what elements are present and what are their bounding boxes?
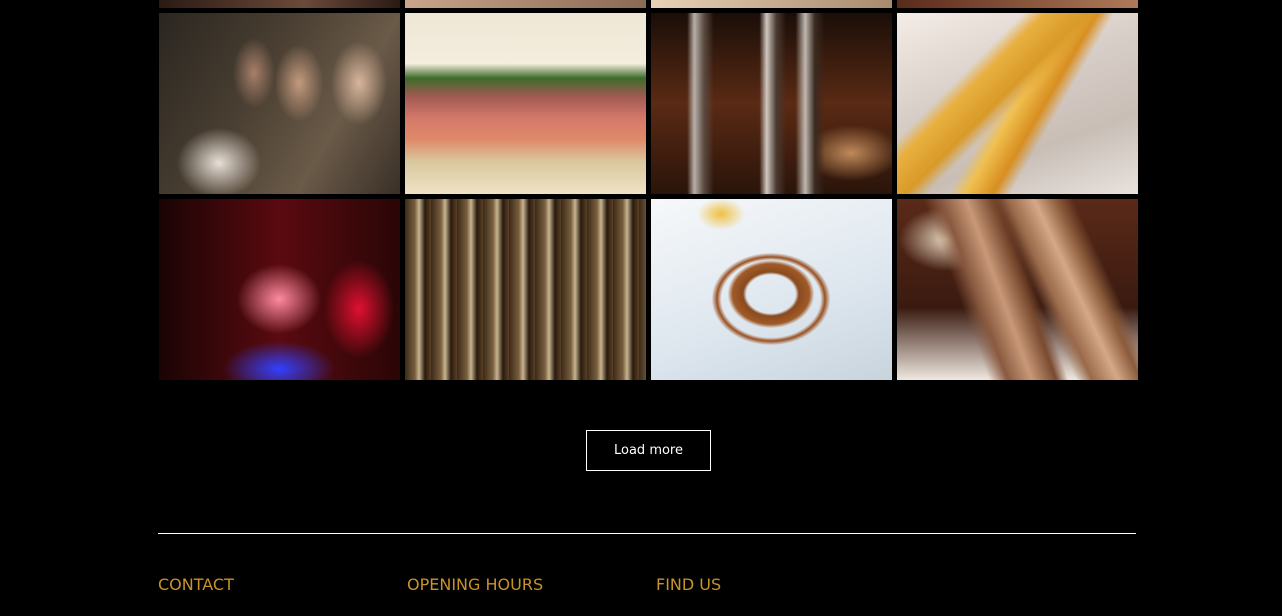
footer-heading-contact: CONTACT	[158, 575, 234, 594]
gallery-photo[interactable]	[651, 0, 892, 8]
gallery-photo[interactable]	[897, 0, 1138, 8]
sausages-icon	[897, 199, 1138, 380]
gallery-photo-pretzel[interactable]	[651, 199, 892, 380]
photo-partial-icon	[159, 0, 400, 8]
gallery-photo[interactable]	[159, 0, 400, 8]
photo-partial-icon	[651, 0, 892, 8]
photo-partial-icon	[897, 0, 1138, 8]
footer-heading-opening-hours: OPENING HOURS	[407, 575, 544, 594]
gallery-photo-steak-sandwich[interactable]	[405, 13, 646, 194]
gallery-photo-friends-toasting[interactable]	[159, 199, 400, 380]
pretzel-icon	[651, 199, 892, 380]
photo-partial-icon	[405, 0, 646, 8]
steak-sandwich-icon	[405, 13, 646, 194]
fries-icon	[897, 13, 1138, 194]
people-at-bar-icon	[159, 13, 400, 194]
gallery-photo-liquor-bottles[interactable]	[405, 199, 646, 380]
gallery-photo-people-at-bar[interactable]	[159, 13, 400, 194]
load-more-button[interactable]: Load more	[586, 430, 711, 471]
liquor-bottles-icon	[405, 199, 646, 380]
footer-heading-find-us: FIND US	[656, 575, 722, 594]
gallery-photo-fries[interactable]	[897, 13, 1138, 194]
page: Load more CONTACT OPENING HOURS FIND US	[0, 0, 1282, 616]
gallery-photo-beer-taps[interactable]	[651, 13, 892, 194]
beer-taps-icon	[651, 13, 892, 194]
footer-divider	[158, 533, 1136, 534]
gallery-photo[interactable]	[405, 0, 646, 8]
friends-toasting-icon	[159, 199, 400, 380]
gallery-photo-sausages[interactable]	[897, 199, 1138, 380]
